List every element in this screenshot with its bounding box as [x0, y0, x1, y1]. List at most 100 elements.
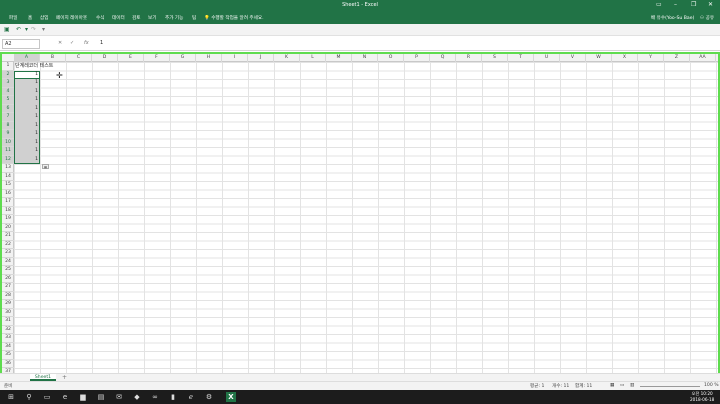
store-icon[interactable]: ▤	[96, 392, 106, 402]
terminal-icon[interactable]: ▮	[168, 392, 178, 402]
column-header-m[interactable]: M	[326, 54, 352, 62]
row-header-20[interactable]: 20	[2, 224, 14, 232]
tell-me-box[interactable]: 💡 수행할 작업을 알려 주세요.	[204, 15, 264, 21]
row-header-2[interactable]: 2	[2, 70, 14, 79]
column-header-v[interactable]: V	[560, 54, 586, 62]
column-header-s[interactable]: S	[482, 54, 508, 62]
app-icon[interactable]: ◆	[132, 392, 142, 402]
user-name[interactable]: 배 유수(Yoo-Su Bae)	[651, 15, 694, 21]
column-header-h[interactable]: H	[196, 54, 222, 62]
cell-b1[interactable]: 단계레코더 테스트	[15, 62, 53, 71]
cell-a7[interactable]: 1	[14, 113, 40, 122]
row-header-4[interactable]: 4	[2, 87, 14, 96]
cell-a6[interactable]: 1	[14, 105, 40, 114]
windows-start-icon[interactable]: ⊞	[6, 392, 16, 402]
excel-icon[interactable]: X	[226, 392, 236, 402]
row-header-36[interactable]: 36	[2, 360, 14, 368]
column-header-j[interactable]: J	[248, 54, 274, 62]
cell-a12[interactable]: 1	[14, 156, 40, 165]
row-header-7[interactable]: 7	[2, 113, 14, 122]
column-header-l[interactable]: L	[300, 54, 326, 62]
column-header-r[interactable]: R	[456, 54, 482, 62]
row-header-24[interactable]: 24	[2, 258, 14, 266]
row-header-19[interactable]: 19	[2, 215, 14, 224]
undo-dropdown-icon[interactable]: ▾	[25, 26, 28, 33]
insert-function-icon[interactable]: fx	[84, 40, 89, 46]
column-header-y[interactable]: Y	[638, 54, 664, 62]
cell-a8[interactable]: 1	[14, 122, 40, 131]
edge-icon[interactable]: e	[60, 392, 70, 402]
column-header-g[interactable]: G	[170, 54, 196, 62]
column-header-w[interactable]: W	[586, 54, 612, 62]
column-header-p[interactable]: P	[404, 54, 430, 62]
confirm-entry-icon[interactable]: ✓	[70, 40, 74, 46]
undo-icon[interactable]: ↶	[16, 26, 21, 33]
internet-explorer-icon[interactable]: ℯ	[186, 392, 196, 402]
row-header-5[interactable]: 5	[2, 96, 14, 105]
column-header-aa[interactable]: AA	[690, 54, 716, 62]
row-header-33[interactable]: 33	[2, 334, 14, 343]
column-header-b[interactable]: B	[40, 54, 66, 62]
save-icon[interactable]: ▣	[4, 26, 10, 33]
zoom-level[interactable]: 100 %	[704, 383, 719, 388]
tab-view[interactable]: 보기	[148, 15, 156, 21]
sheet-tab-sheet1[interactable]: Sheet1	[30, 374, 56, 381]
row-header-29[interactable]: 29	[2, 300, 14, 309]
task-view-icon[interactable]: ▭	[42, 392, 52, 402]
close-icon[interactable]: ✕	[708, 1, 713, 8]
name-box[interactable]: A2	[2, 39, 40, 49]
tab-data[interactable]: 데이터	[112, 15, 125, 21]
worksheet-grid[interactable]: A B C D E F G H I J K L M N O P Q R S T U V W X Y Z AA 1 2 3 4 5 6 7 8 9 10…	[0, 52, 720, 379]
customize-qat-icon[interactable]: ▾	[42, 26, 45, 33]
add-sheet-button[interactable]: +	[62, 374, 67, 381]
tab-file[interactable]: 파일	[9, 15, 17, 21]
tab-page-layout[interactable]: 페이지 레이아웃	[56, 15, 87, 21]
column-header-c[interactable]: C	[66, 54, 92, 62]
tab-formulas[interactable]: 수식	[96, 15, 104, 21]
tab-add-ins[interactable]: 추가 기능	[165, 15, 183, 21]
cell-area[interactable]	[14, 62, 718, 377]
column-header-u[interactable]: U	[534, 54, 560, 62]
row-header-11[interactable]: 11	[2, 147, 14, 156]
share-button[interactable]: ⚇ 공유	[700, 15, 714, 21]
row-header-34[interactable]: 34	[2, 343, 14, 351]
row-header-35[interactable]: 35	[2, 351, 14, 360]
row-header-12[interactable]: 12	[2, 155, 14, 164]
row-header-14[interactable]: 14	[2, 173, 14, 181]
tab-team[interactable]: 팀	[192, 15, 196, 21]
row-header-15[interactable]: 15	[2, 181, 14, 190]
row-header-30[interactable]: 30	[2, 309, 14, 317]
quick-analysis-icon[interactable]: ▤	[42, 164, 49, 169]
row-header-26[interactable]: 26	[2, 275, 14, 283]
mail-icon[interactable]: ✉	[114, 392, 124, 402]
row-header-10[interactable]: 10	[2, 138, 14, 147]
row-header-16[interactable]: 16	[2, 190, 14, 198]
cell-a5[interactable]: 1	[14, 96, 40, 105]
column-header-t[interactable]: T	[508, 54, 534, 62]
formula-input[interactable]: 1	[100, 40, 103, 46]
redo-icon[interactable]: ↷	[31, 26, 36, 33]
column-header-k[interactable]: K	[274, 54, 300, 62]
normal-view-icon[interactable]: ▦	[610, 383, 614, 388]
row-header-31[interactable]: 31	[2, 317, 14, 326]
cell-a4[interactable]: 1	[14, 88, 40, 97]
search-icon[interactable]: ⚲	[24, 392, 34, 402]
page-layout-view-icon[interactable]: ▭	[620, 383, 624, 388]
cell-a11[interactable]: 1	[14, 147, 40, 156]
cancel-entry-icon[interactable]: ✕	[58, 40, 62, 46]
row-header-22[interactable]: 22	[2, 241, 14, 249]
column-header-d[interactable]: D	[92, 54, 118, 62]
row-header-8[interactable]: 8	[2, 121, 14, 130]
zoom-slider[interactable]	[640, 386, 700, 387]
row-header-18[interactable]: 18	[2, 207, 14, 215]
cell-a3[interactable]: 1	[14, 79, 40, 88]
column-header-n[interactable]: N	[352, 54, 378, 62]
row-header-13[interactable]: 13	[2, 164, 14, 173]
clock[interactable]: 오전 10:20 2018-06-18	[690, 391, 714, 403]
row-header-21[interactable]: 21	[2, 232, 14, 241]
page-break-view-icon[interactable]: ▥	[630, 383, 634, 388]
row-header-6[interactable]: 6	[2, 104, 14, 113]
column-header-f[interactable]: F	[144, 54, 170, 62]
maximize-icon[interactable]: ❐	[691, 1, 696, 8]
column-header-o[interactable]: O	[378, 54, 404, 62]
